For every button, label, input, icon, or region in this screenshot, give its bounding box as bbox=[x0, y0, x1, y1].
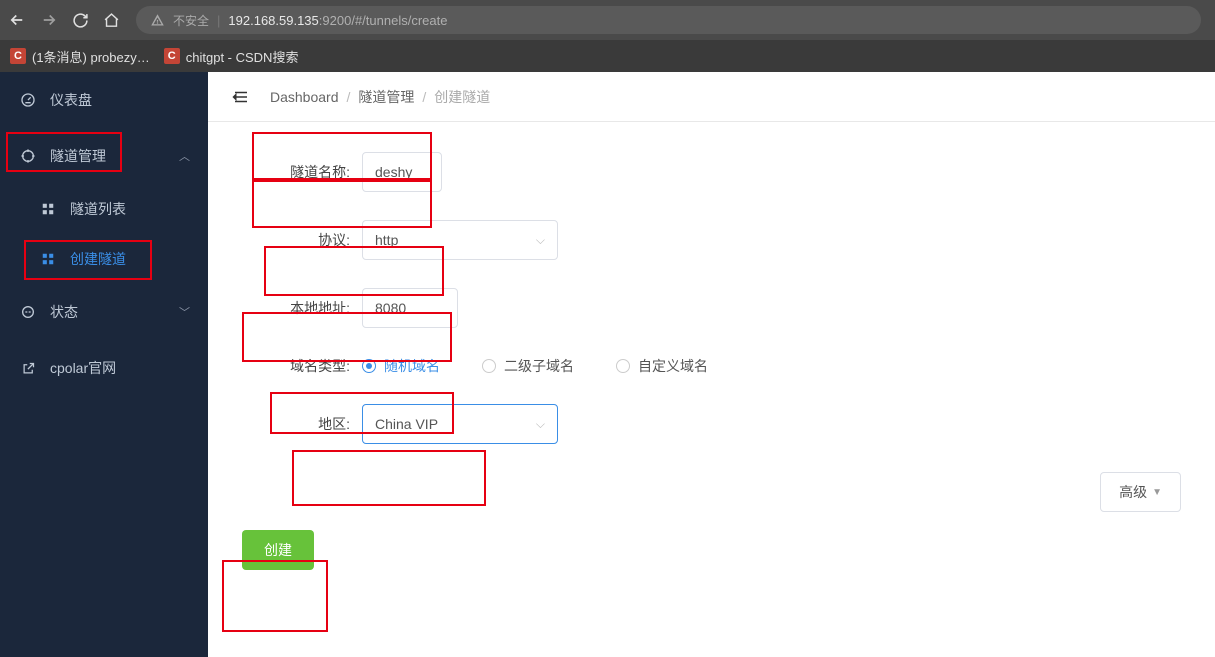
sidebar-item-tunnel-list[interactable]: 隧道列表 bbox=[0, 184, 208, 234]
sidebar-item-label: 创建隧道 bbox=[70, 249, 126, 269]
bookmark-favicon: C bbox=[10, 48, 26, 64]
region-label: 地区: bbox=[242, 414, 362, 434]
home-button[interactable] bbox=[103, 12, 120, 29]
bookmark-label: (1条消息) probezy… bbox=[32, 47, 150, 66]
sidebar-item-dashboard[interactable]: 仪表盘 bbox=[0, 72, 208, 128]
sidebar-item-label: 状态 bbox=[50, 302, 78, 322]
caret-down-icon: ▼ bbox=[1152, 487, 1162, 498]
grid-icon bbox=[40, 202, 56, 216]
sidebar-item-label: 隧道列表 bbox=[70, 199, 126, 219]
url-host: 192.168.59.135 bbox=[228, 13, 318, 28]
advanced-button[interactable]: 高级 ▼ bbox=[1100, 472, 1181, 512]
radio-label: 随机域名 bbox=[384, 356, 440, 376]
reload-button[interactable] bbox=[72, 12, 89, 29]
create-button[interactable]: 创建 bbox=[242, 530, 314, 570]
grid-icon bbox=[40, 252, 56, 266]
browser-toolbar: 不安全 | 192.168.59.135:9200/#/tunnels/crea… bbox=[0, 0, 1215, 40]
radio-random-domain[interactable]: 随机域名 bbox=[362, 356, 440, 376]
sidebar-item-tunnels[interactable]: 隧道管理 ︿ bbox=[0, 128, 208, 184]
radio-label: 二级子域名 bbox=[504, 356, 574, 376]
sidebar-item-label: 仪表盘 bbox=[50, 90, 92, 110]
bookmark-item[interactable]: C chitgpt - CSDN搜索 bbox=[164, 47, 299, 66]
bookmark-label: chitgpt - CSDN搜索 bbox=[186, 47, 299, 66]
local-address-label: 本地地址: bbox=[242, 298, 362, 318]
chevron-down-icon: ⌵ bbox=[536, 233, 545, 248]
radio-sub-domain[interactable]: 二级子域名 bbox=[482, 356, 574, 376]
local-address-input[interactable] bbox=[362, 288, 458, 328]
domain-type-label: 域名类型: bbox=[242, 356, 362, 376]
main-content: Dashboard / 隧道管理 / 创建隧道 隧道名称: 协议: http ⌵ bbox=[208, 72, 1215, 657]
bookmark-favicon: C bbox=[164, 48, 180, 64]
tunnel-name-input[interactable] bbox=[362, 152, 442, 192]
radio-icon bbox=[482, 359, 496, 373]
circle-icon bbox=[20, 304, 36, 320]
region-select[interactable]: China VIP ⌵ bbox=[362, 404, 558, 444]
back-button[interactable] bbox=[8, 11, 26, 29]
url-path: /#/tunnels/create bbox=[351, 13, 447, 28]
protocol-label: 协议: bbox=[242, 230, 362, 250]
sidebar-item-status[interactable]: 状态 ﹀ bbox=[0, 284, 208, 340]
breadcrumb-current: 创建隧道 bbox=[434, 87, 490, 107]
breadcrumb-item[interactable]: 隧道管理 bbox=[358, 87, 414, 107]
tunnel-name-label: 隧道名称: bbox=[242, 162, 362, 182]
external-link-icon bbox=[20, 361, 36, 376]
address-bar[interactable]: 不安全 | 192.168.59.135:9200/#/tunnels/crea… bbox=[136, 6, 1201, 34]
chevron-down-icon: ﹀ bbox=[179, 304, 190, 320]
sidebar-item-official[interactable]: cpolar官网 bbox=[0, 340, 208, 396]
bookmark-bar: C (1条消息) probezy… C chitgpt - CSDN搜索 bbox=[0, 40, 1215, 72]
breadcrumb: Dashboard / 隧道管理 / 创建隧道 bbox=[270, 87, 490, 107]
insecure-icon bbox=[150, 13, 165, 28]
chevron-down-icon: ⌵ bbox=[536, 417, 545, 432]
sidebar-item-label: cpolar官网 bbox=[50, 358, 116, 378]
crosshair-icon bbox=[20, 148, 36, 164]
protocol-select[interactable]: http ⌵ bbox=[362, 220, 558, 260]
radio-icon bbox=[362, 359, 376, 373]
highlight-box bbox=[292, 450, 486, 506]
radio-label: 自定义域名 bbox=[638, 356, 708, 376]
breadcrumb-item[interactable]: Dashboard bbox=[270, 89, 339, 105]
security-label: 不安全 bbox=[173, 12, 209, 29]
sidebar-item-label: 隧道管理 bbox=[50, 146, 106, 166]
protocol-value: http bbox=[375, 232, 398, 248]
chevron-up-icon: ︿ bbox=[179, 148, 190, 164]
breadcrumb-bar: Dashboard / 隧道管理 / 创建隧道 bbox=[208, 72, 1215, 122]
sidebar-toggle-icon[interactable] bbox=[232, 89, 250, 105]
highlight-box bbox=[222, 560, 328, 632]
radio-icon bbox=[616, 359, 630, 373]
region-value: China VIP bbox=[375, 416, 438, 432]
gauge-icon bbox=[20, 92, 36, 108]
radio-custom-domain[interactable]: 自定义域名 bbox=[616, 356, 708, 376]
sidebar-item-tunnel-create[interactable]: 创建隧道 bbox=[0, 234, 208, 284]
sidebar: 仪表盘 隧道管理 ︿ 隧道列表 创建隧道 状态 ﹀ bbox=[0, 72, 208, 657]
advanced-label: 高级 bbox=[1119, 482, 1147, 502]
url-port: :9200 bbox=[319, 13, 352, 28]
bookmark-item[interactable]: C (1条消息) probezy… bbox=[10, 47, 150, 66]
forward-button[interactable] bbox=[40, 11, 58, 29]
